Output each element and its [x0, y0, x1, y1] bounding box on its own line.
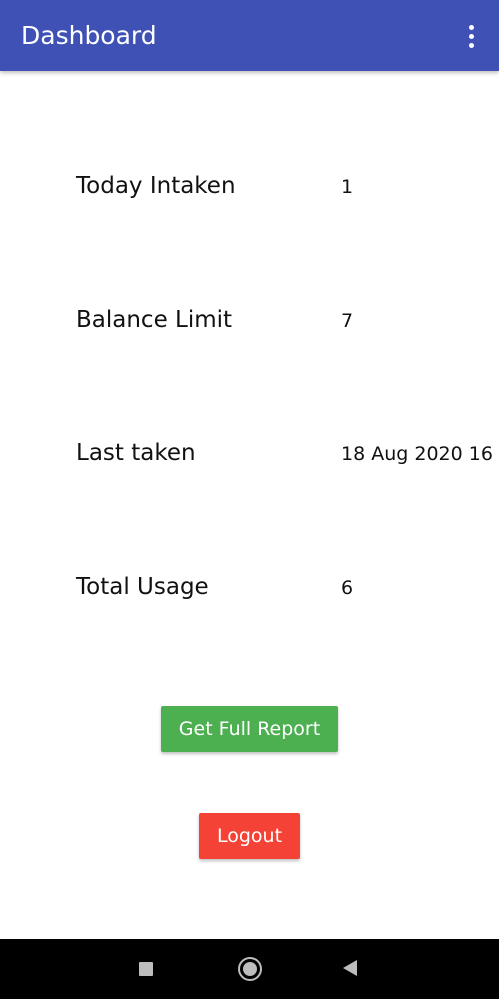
last-taken-value: 18 Aug 2020 16	[341, 443, 493, 465]
menu-dot	[468, 24, 474, 30]
more-vert-icon[interactable]	[459, 22, 483, 50]
balance-limit-value: 7	[341, 310, 354, 332]
home-icon-inner	[243, 962, 257, 976]
today-intaken-label: Today Intaken	[76, 173, 236, 199]
menu-dot	[468, 42, 474, 48]
today-intaken-value: 1	[341, 176, 354, 198]
total-usage-label: Total Usage	[76, 574, 209, 600]
recent-apps-icon[interactable]	[139, 962, 153, 976]
last-taken-label: Last taken	[76, 440, 196, 466]
app-bar: Dashboard	[0, 0, 499, 71]
home-icon[interactable]	[238, 957, 262, 981]
menu-dot	[468, 33, 474, 39]
back-icon[interactable]	[343, 960, 357, 976]
system-nav-bar	[0, 939, 499, 999]
balance-limit-label: Balance Limit	[76, 307, 233, 333]
logout-button[interactable]: Logout	[199, 813, 300, 859]
total-usage-value: 6	[341, 577, 354, 599]
get-full-report-button[interactable]: Get Full Report	[161, 706, 338, 752]
page-title: Dashboard	[21, 21, 157, 50]
